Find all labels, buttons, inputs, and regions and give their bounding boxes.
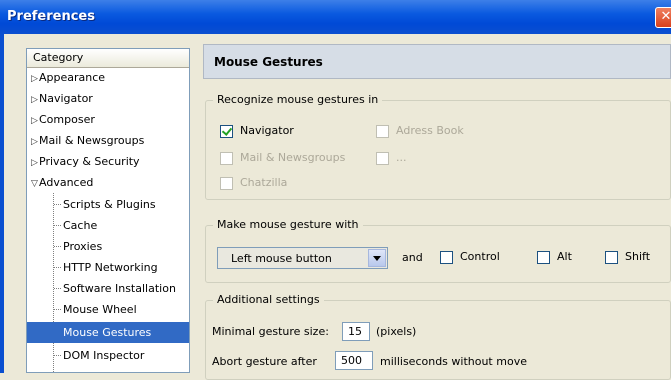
section-header: Mouse Gestures <box>203 44 671 79</box>
extra-checkbox[interactable] <box>376 152 389 165</box>
window-title: Preferences <box>7 9 95 24</box>
tree-item-appearance[interactable]: ▷Appearance <box>31 67 105 88</box>
shift-checkbox[interactable] <box>605 251 618 264</box>
navigator-checkbox[interactable] <box>220 125 233 138</box>
tree-guide-line <box>53 193 54 372</box>
tree-guide-line <box>54 225 61 226</box>
and-label: and <box>402 251 423 264</box>
window-frame <box>0 34 4 373</box>
title-bar: Preferences ✕ <box>0 0 671 34</box>
min-gesture-size-unit: (pixels) <box>376 325 417 338</box>
tree-item-cache[interactable]: Cache <box>63 215 97 236</box>
min-gesture-size-label: Minimal gesture size: <box>212 325 329 338</box>
tree-item-http-networking[interactable]: HTTP Networking <box>63 257 158 278</box>
control-checkbox-label[interactable]: Control <box>460 250 500 263</box>
expand-arrow-icon[interactable]: ▷ <box>31 153 39 174</box>
address-book-checkbox-label[interactable]: Adress Book <box>396 124 464 137</box>
chevron-down-icon[interactable] <box>368 249 386 267</box>
make-gesture-legend: Make mouse gesture with <box>213 218 363 231</box>
alt-checkbox-label[interactable]: Alt <box>557 250 572 263</box>
tree-guide-line <box>54 267 61 268</box>
tree-guide-line <box>54 355 61 356</box>
abort-gesture-input[interactable]: 500 <box>335 351 373 370</box>
expand-arrow-icon[interactable]: ▷ <box>31 111 39 132</box>
chatzilla-checkbox[interactable] <box>220 177 233 190</box>
tree-guide-line <box>54 309 61 310</box>
mouse-button-select-value: Left mouse button <box>231 252 332 265</box>
tree-item-composer[interactable]: ▷Composer <box>31 109 95 130</box>
tree-item-dom-inspector[interactable]: DOM Inspector <box>63 345 144 366</box>
control-checkbox[interactable] <box>440 251 453 264</box>
category-header: Category <box>27 49 189 68</box>
collapse-arrow-icon[interactable]: ▽ <box>31 174 39 195</box>
tree-item-software-installation[interactable]: Software Installation <box>63 278 176 299</box>
navigator-checkbox-label[interactable]: Navigator <box>240 124 294 137</box>
abort-gesture-label: Abort gesture after <box>212 355 317 368</box>
tree-item-mail-newsgroups[interactable]: ▷Mail & Newsgroups <box>31 130 144 151</box>
close-icon: ✕ <box>660 9 671 24</box>
expand-arrow-icon[interactable]: ▷ <box>31 69 39 90</box>
close-button[interactable]: ✕ <box>655 7 671 28</box>
extra-checkbox-label[interactable]: ... <box>396 151 407 164</box>
tree-item-proxies[interactable]: Proxies <box>63 236 102 257</box>
tree-guide-line <box>54 246 61 247</box>
chatzilla-checkbox-label[interactable]: Chatzilla <box>240 176 287 189</box>
min-gesture-size-input[interactable]: 15 <box>342 322 370 341</box>
tree-guide-line <box>54 204 61 205</box>
mail-newsgroups-checkbox[interactable] <box>220 152 233 165</box>
shift-checkbox-label[interactable]: Shift <box>625 250 650 263</box>
mail-newsgroups-checkbox-label[interactable]: Mail & Newsgroups <box>240 151 345 164</box>
category-tree[interactable]: Category ▷Appearance ▷Navigator ▷Compose… <box>26 48 190 373</box>
address-book-checkbox[interactable] <box>376 125 389 138</box>
tree-item-advanced[interactable]: ▽Advanced <box>31 172 93 193</box>
additional-settings-group <box>205 300 671 380</box>
additional-settings-legend: Additional settings <box>213 293 324 306</box>
recognize-gestures-legend: Recognize mouse gestures in <box>213 93 383 106</box>
alt-checkbox[interactable] <box>537 251 550 264</box>
tree-item-mouse-wheel[interactable]: Mouse Wheel <box>63 299 137 320</box>
expand-arrow-icon[interactable]: ▷ <box>31 90 39 111</box>
tree-item-privacy-security[interactable]: ▷Privacy & Security <box>31 151 140 172</box>
abort-gesture-unit: milliseconds without move <box>380 355 527 368</box>
tree-guide-line <box>54 288 61 289</box>
expand-arrow-icon[interactable]: ▷ <box>31 132 39 153</box>
section-title: Mouse Gestures <box>214 55 323 69</box>
mouse-button-select[interactable]: Left mouse button <box>217 247 388 269</box>
tree-item-scripts-plugins[interactable]: Scripts & Plugins <box>63 194 156 215</box>
tree-item-mouse-gestures[interactable]: Mouse Gestures <box>27 322 189 343</box>
tree-item-navigator[interactable]: ▷Navigator <box>31 88 93 109</box>
